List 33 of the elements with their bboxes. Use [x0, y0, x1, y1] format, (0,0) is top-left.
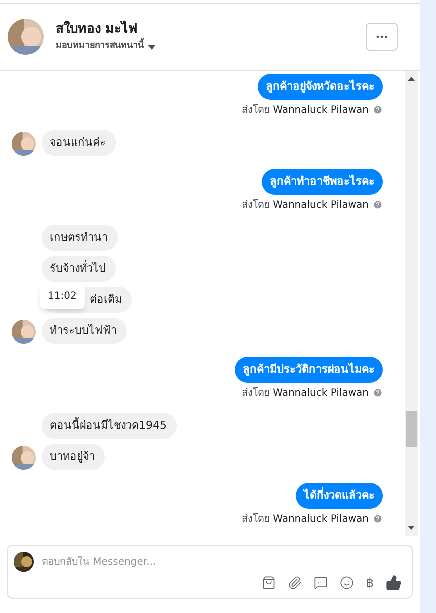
- shopping-bag-icon[interactable]: [262, 576, 276, 590]
- help-icon: [373, 105, 383, 115]
- sent-message-bubble: ลูกค้าทำอาชีพอะไรคะ: [262, 169, 383, 195]
- chat-bubble-icon[interactable]: [314, 576, 328, 590]
- scrollbar[interactable]: [405, 71, 418, 536]
- assign-conversation-dropdown[interactable]: มอบหมายการสนทนานี้: [56, 40, 366, 54]
- sent-by-label: ส่งโดย Wannaluck Pilawan: [242, 198, 369, 212]
- sent-by-label: ส่งโดย Wannaluck Pilawan: [242, 512, 369, 526]
- received-message-bubble: จอนแก่นค่ะ: [42, 130, 116, 156]
- received-message-bubble: เกษตรทำนา: [42, 225, 118, 251]
- payment-button[interactable]: ฿: [366, 577, 374, 589]
- scroll-up-icon: [408, 77, 415, 81]
- help-icon: [373, 388, 383, 398]
- sent-message-bubble: ลูกค้าอยู่จังหวัดอะไรคะ: [258, 74, 383, 100]
- sent-message-bubble: ได้กี่งวดแล้วคะ: [296, 483, 383, 509]
- smiley-icon[interactable]: [340, 576, 354, 590]
- received-message-bubble: บาทอยู่จ้า: [42, 444, 105, 470]
- scroll-down-icon: [408, 526, 415, 530]
- sent-by-label: ส่งโดย Wannaluck Pilawan: [242, 103, 369, 118]
- contact-name: สใบทอง มะไฟ: [56, 20, 139, 38]
- received-message-bubble: ทำระบบไฟฟ้า: [42, 318, 127, 344]
- scrollbar-thumb[interactable]: [406, 411, 417, 447]
- help-icon: [373, 514, 383, 524]
- received-message-bubble: ตอนนี้ผ่อนมีไชงวด1945: [42, 413, 177, 439]
- sent-by-label: ส่งโดย Wannaluck Pilawan: [242, 386, 369, 400]
- thumbs-up-icon[interactable]: [386, 575, 402, 591]
- reply-field[interactable]: ตอบกลับใน Messenger...: [42, 554, 406, 570]
- sent-message-bubble: ลูกค้ามีประวัติการผ่อนไมคะ: [235, 357, 383, 383]
- received-message-bubble: รับจ้างทั่วไป: [42, 256, 116, 282]
- help-icon: [373, 200, 383, 210]
- timestamp-tooltip: 11:02: [40, 284, 85, 309]
- caret-icon: [148, 44, 156, 50]
- paperclip-icon[interactable]: [288, 576, 302, 590]
